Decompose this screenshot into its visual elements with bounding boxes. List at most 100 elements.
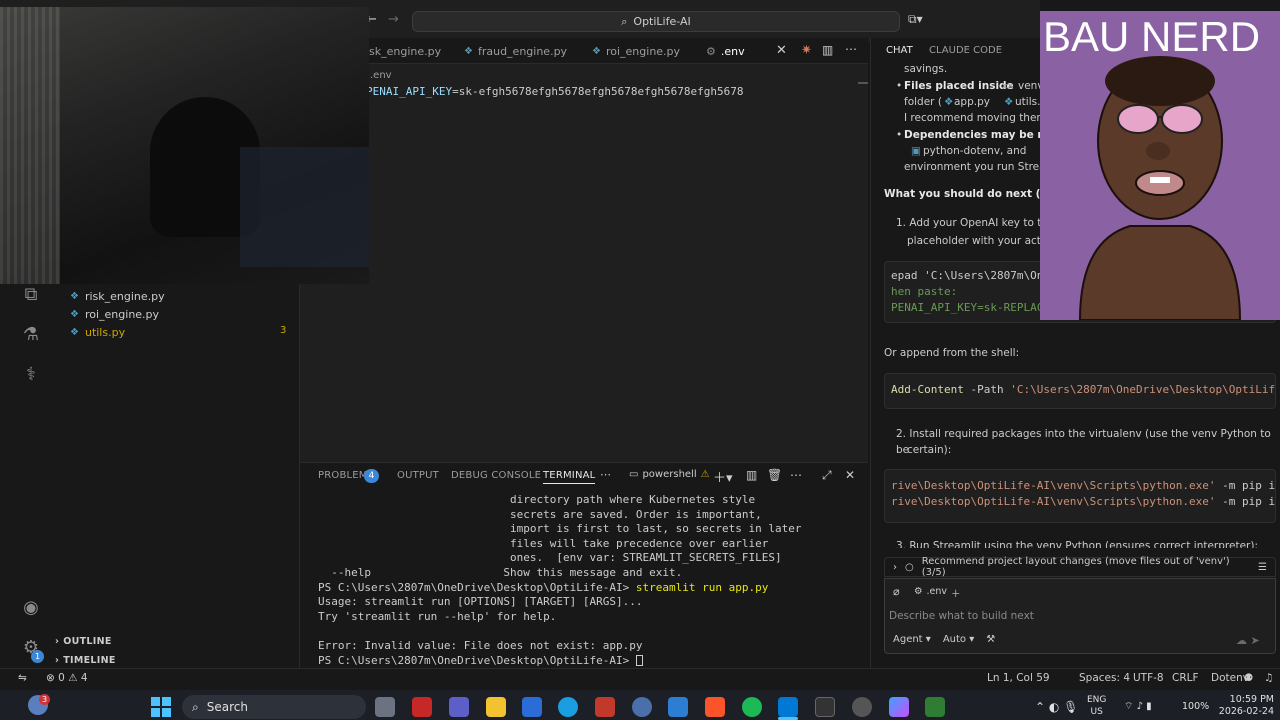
- code-token: 'C:\Users\2807m\OneDrive\Desktop\OptiLif…: [1010, 383, 1276, 396]
- cursor-position[interactable]: Ln 1, Col 59: [987, 672, 1050, 684]
- kill-terminal-icon[interactable]: 🗑: [767, 468, 782, 482]
- timeline-label: TIMELINE: [63, 654, 116, 666]
- tab-output[interactable]: OUTPUT: [397, 470, 439, 484]
- notepad-icon[interactable]: [925, 697, 945, 717]
- file-roi-engine[interactable]: ❖ roi_engine.py: [70, 305, 159, 323]
- tab-env[interactable]: ⚙ .env: [706, 40, 745, 62]
- network-volume-icons[interactable]: ⌔ ♪ ▮: [1124, 700, 1152, 713]
- calendar-icon[interactable]: [595, 697, 615, 717]
- notifications-bell-icon[interactable]: ♫: [1264, 672, 1273, 684]
- settings-file-icon: ⚙: [914, 586, 923, 597]
- breadcrumb[interactable]: .env: [370, 70, 392, 81]
- tab-fraud-engine[interactable]: ❖ fraud_engine.py: [464, 40, 567, 62]
- clock[interactable]: 10:59 PM 2026-02-24: [1208, 694, 1274, 718]
- maximize-panel-icon[interactable]: ⤢: [822, 468, 832, 483]
- vscode-icon[interactable]: [778, 697, 798, 717]
- code-line: rive\Desktop\OptiLife-AI\venv\Scripts\py…: [885, 479, 1275, 495]
- tab-terminal[interactable]: TERMINAL: [543, 470, 596, 484]
- editor-area[interactable]: [300, 64, 868, 462]
- remote-indicator-icon[interactable]: ⇋: [18, 672, 27, 684]
- tray-icons[interactable]: ⌃ ◐ 🎙: [1035, 700, 1078, 714]
- file-chip[interactable]: app.py: [954, 94, 990, 110]
- copilot-status-icon[interactable]: ⚉: [1244, 672, 1253, 684]
- copilot-menu-icon[interactable]: ⧉▾: [908, 12, 938, 30]
- file-explorer-icon[interactable]: [486, 697, 506, 717]
- testing-flask-icon[interactable]: ⚗: [21, 325, 41, 345]
- code-line-1[interactable]: PENAI_API_KEY=sk-efgh5678efgh5678efgh567…: [366, 85, 744, 98]
- command-center-label: OptiLife-AI: [633, 15, 691, 28]
- tools-icon[interactable]: ⚒: [986, 634, 995, 645]
- context-chip[interactable]: ⚙ .env ＋: [914, 586, 961, 600]
- tab-sk-engine[interactable]: sk_engine.py: [369, 40, 441, 62]
- close-tab-icon[interactable]: ✕: [776, 43, 787, 58]
- env-key: PENAI_API_KEY: [366, 85, 453, 98]
- command-center-search[interactable]: ⌕ OptiLife-AI: [412, 11, 900, 32]
- tab-chat[interactable]: CHAT: [886, 45, 913, 56]
- error-count: 0: [58, 672, 65, 684]
- terminal-line: --help Show this message and exit.: [318, 565, 683, 579]
- new-terminal-icon[interactable]: ＋▾: [713, 467, 733, 486]
- claude-icon[interactable]: ✷: [801, 43, 812, 58]
- agent-dropdown[interactable]: Agent ▾: [893, 634, 931, 645]
- terminal-output[interactable]: directory path where Kubernetes style se…: [318, 493, 866, 668]
- problems-status[interactable]: ⊗ 0 ⚠ 4: [46, 672, 88, 684]
- teams-icon[interactable]: [449, 697, 469, 717]
- python-icon[interactable]: ⚕: [21, 365, 41, 385]
- windows-start-icon[interactable]: [151, 697, 171, 717]
- package-chip[interactable]: python-dotenv: [923, 143, 1000, 159]
- r-icon[interactable]: [632, 697, 652, 717]
- more-panel-icon[interactable]: ⋯: [600, 468, 611, 481]
- remote-explorer-icon[interactable]: ⧉: [21, 285, 41, 305]
- python-file-icon: ❖: [70, 290, 79, 302]
- timeline-section[interactable]: › TIMELINE: [55, 651, 116, 669]
- tab-roi-engine[interactable]: ❖ roi_engine.py: [592, 40, 680, 62]
- add-context-icon[interactable]: ＋: [951, 586, 961, 600]
- close-panel-icon[interactable]: ✕: [845, 468, 855, 482]
- todo-progress-row[interactable]: › ○ Recommend project layout changes (mo…: [884, 556, 1276, 578]
- split-editor-icon[interactable]: ▥: [822, 43, 833, 57]
- encoding[interactable]: UTF-8: [1133, 672, 1164, 684]
- task-view-icon[interactable]: [375, 697, 395, 717]
- taskbar-search[interactable]: ⌕ Search: [182, 695, 366, 719]
- chatgpt-icon[interactable]: [852, 697, 872, 717]
- chat-prompt-input[interactable]: Describe what to build next: [889, 610, 1034, 622]
- file-utils[interactable]: ❖ utils.py: [70, 323, 125, 341]
- update-badge: 1: [31, 650, 44, 663]
- file-risk-engine[interactable]: ❖ risk_engine.py: [70, 287, 165, 305]
- spotify-icon[interactable]: [742, 697, 762, 717]
- auto-dropdown[interactable]: Auto ▾: [943, 634, 974, 645]
- terminal-shell-selector[interactable]: ▭ powershell ⚠: [629, 469, 710, 480]
- outlook-icon[interactable]: [668, 697, 688, 717]
- more-terminal-icon[interactable]: ⋯: [790, 468, 802, 482]
- outline-section[interactable]: › OUTLINE: [55, 632, 112, 650]
- code-token: -Path: [963, 383, 1011, 396]
- tab-claude-code[interactable]: CLAUDE CODE: [929, 45, 1002, 56]
- line-endings[interactable]: CRLF: [1172, 672, 1199, 684]
- list-icon[interactable]: ☰: [1258, 562, 1267, 573]
- battery-percent[interactable]: 100%: [1182, 701, 1209, 712]
- tab-label: sk_engine.py: [369, 44, 442, 58]
- edge-icon[interactable]: [558, 697, 578, 717]
- terminal-line: import is first to last, so secrets in l…: [318, 522, 802, 536]
- mcafee-icon[interactable]: [412, 697, 432, 717]
- forward-arrow-icon[interactable]: →: [388, 12, 402, 28]
- input-language[interactable]: ENG US: [1087, 694, 1106, 718]
- chat-text: I recommend moving them t: [904, 112, 1055, 124]
- terminal-icon[interactable]: [815, 697, 835, 717]
- attach-icon[interactable]: ⌀: [893, 585, 900, 598]
- account-icon[interactable]: ◉: [21, 598, 41, 618]
- more-actions-icon[interactable]: ⋯: [845, 42, 857, 56]
- context-label: .env: [926, 586, 948, 597]
- code-block-2[interactable]: Add-Content -Path 'C:\Users\2807m\OneDri…: [884, 373, 1276, 409]
- tab-debug-console[interactable]: DEBUG CONSOLE: [451, 470, 541, 484]
- app-icon[interactable]: [522, 697, 542, 717]
- minimap-line: [858, 82, 868, 84]
- code-block-3[interactable]: rive\Desktop\OptiLife-AI\venv\Scripts\py…: [884, 469, 1276, 523]
- split-terminal-icon[interactable]: ▥: [746, 468, 757, 482]
- python-file-icon: ❖: [592, 45, 601, 57]
- indentation[interactable]: Spaces: 4: [1079, 672, 1130, 684]
- copilot-icon[interactable]: [889, 697, 909, 717]
- send-icon[interactable]: ☁ ➤: [1236, 634, 1260, 647]
- brave-icon[interactable]: [705, 697, 725, 717]
- problem-count-badge: 3: [280, 325, 287, 336]
